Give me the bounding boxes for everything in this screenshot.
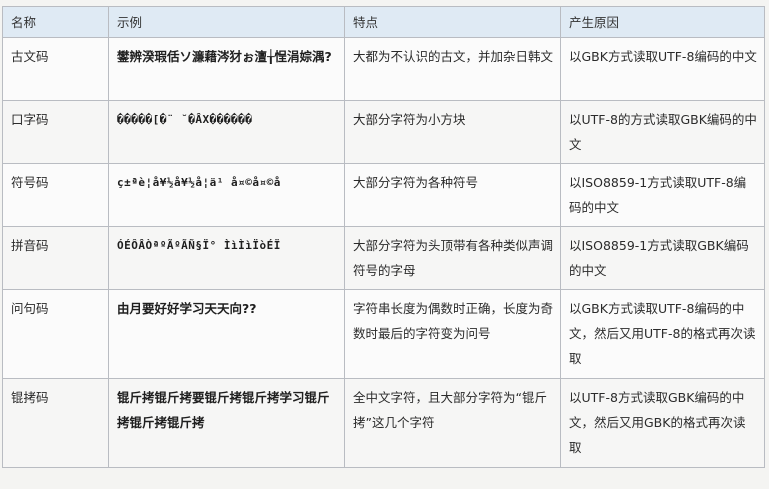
row-name: 问句码 xyxy=(2,289,109,379)
table-row: 古文码 鐢辨湀瑕佸ソ濂藉涔犲ぉ澶╁悜涓婃湡? 大都为不认识的古文，并加杂日韩文 … xyxy=(2,37,765,101)
row-example: ÓÉÔÂÒªºÃºÃÑ§Ï° ÌìÌìÏòÉÏ xyxy=(108,226,345,290)
table-row: 符号码 ç±ªè¦å¥½å¥½å­¦ä¹ å¤©å¤©å 大部分字符为各种符号 … xyxy=(2,163,765,227)
row-cause: 以GBK方式读取UTF-8编码的中文，然后又用UTF-8的格式再次读取 xyxy=(560,289,765,379)
garbled-text-table: 名称 示例 特点 产生原因 古文码 鐢辨湀瑕佸ソ濂藉涔犲ぉ澶╁悜涓婃湡? 大都为… xyxy=(2,6,765,468)
row-example: 由月要好好学习天天向?? xyxy=(108,289,345,379)
row-feature: 大部分字符为头顶带有各种类似声调符号的字母 xyxy=(344,226,561,290)
row-feature: 大部分字符为小方块 xyxy=(344,100,561,164)
row-name: 锟拷码 xyxy=(2,378,109,468)
screenshot-frame: 名称 示例 特点 产生原因 古文码 鐢辨湀瑕佸ソ濂藉涔犲ぉ澶╁悜涓婃湡? 大都为… xyxy=(0,0,769,489)
row-feature: 字符串长度为偶数时正确，长度为奇数时最后的字符变为问号 xyxy=(344,289,561,379)
row-cause: 以ISO8859-1方式读取GBK编码的中文 xyxy=(560,226,765,290)
row-cause: 以UTF-8方式读取GBK编码的中文，然后又用GBK的格式再次读取 xyxy=(560,378,765,468)
table-header-row: 名称 示例 特点 产生原因 xyxy=(2,6,765,38)
table-row: 口字码 �����[�¨ ˘�ÂX������ 大部分字符为小方块 以UTF-8… xyxy=(2,100,765,164)
header-name: 名称 xyxy=(2,6,109,38)
table-row: 拼音码 ÓÉÔÂÒªºÃºÃÑ§Ï° ÌìÌìÏòÉÏ 大部分字符为头顶带有各种… xyxy=(2,226,765,290)
header-example: 示例 xyxy=(108,6,345,38)
row-cause: 以ISO8859-1方式读取UTF-8编码的中文 xyxy=(560,163,765,227)
header-feature: 特点 xyxy=(344,6,561,38)
row-feature: 大都为不认识的古文，并加杂日韩文 xyxy=(344,37,561,101)
header-cause: 产生原因 xyxy=(560,6,765,38)
row-name: 口字码 xyxy=(2,100,109,164)
row-name: 拼音码 xyxy=(2,226,109,290)
row-example: 锟斤拷锟斤拷要锟斤拷锟斤拷学习锟斤拷锟斤拷锟斤拷 xyxy=(108,378,345,468)
row-cause: 以UTF-8的方式读取GBK编码的中文 xyxy=(560,100,765,164)
row-name: 古文码 xyxy=(2,37,109,101)
table-row: 问句码 由月要好好学习天天向?? 字符串长度为偶数时正确，长度为奇数时最后的字符… xyxy=(2,289,765,379)
row-name: 符号码 xyxy=(2,163,109,227)
row-example: ç±ªè¦å¥½å¥½å­¦ä¹ å¤©å¤©å xyxy=(108,163,345,227)
row-feature: 全中文字符，且大部分字符为“锟斤拷”这几个字符 xyxy=(344,378,561,468)
table-row: 锟拷码 锟斤拷锟斤拷要锟斤拷锟斤拷学习锟斤拷锟斤拷锟斤拷 全中文字符，且大部分字… xyxy=(2,378,765,468)
row-cause: 以GBK方式读取UTF-8编码的中文 xyxy=(560,37,765,101)
row-example: �����[�¨ ˘�ÂX������ xyxy=(108,100,345,164)
row-example: 鐢辨湀瑕佸ソ濂藉涔犲ぉ澶╁悜涓婃湡? xyxy=(108,37,345,101)
row-feature: 大部分字符为各种符号 xyxy=(344,163,561,227)
